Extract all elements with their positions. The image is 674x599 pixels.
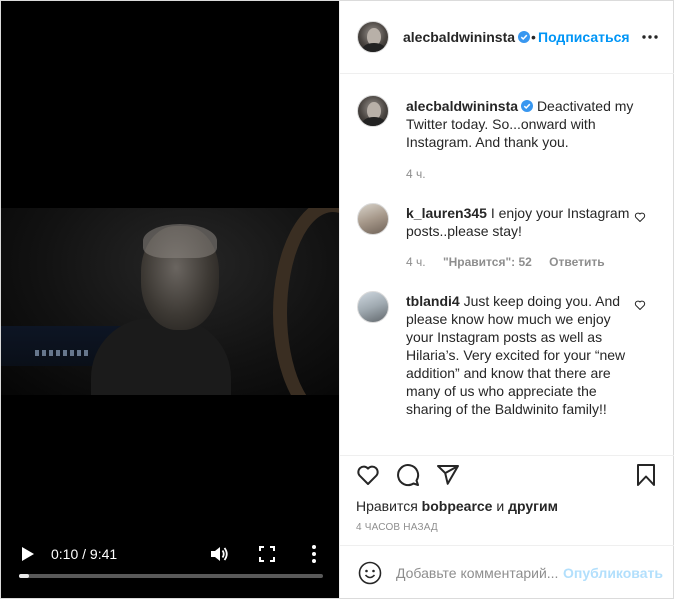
play-icon[interactable] [21,546,35,562]
city-lights-image [35,350,91,356]
video-progress-bar[interactable] [19,574,323,578]
avatar[interactable] [357,291,389,323]
video-controls: 0:10 / 9:41 [1,532,339,598]
video-frame[interactable] [1,208,339,395]
caption-username[interactable]: alecbaldwininsta [406,98,534,114]
comment-username[interactable]: tblandi4 [406,293,460,309]
post-header: alecbaldwininsta • Подписаться [340,1,674,74]
video-time: 0:10 / 9:41 [51,546,118,562]
post-actions: Нравится bobpearce и другим 4 ЧАСОВ НАЗА… [340,455,674,545]
liker-username[interactable]: bobpearce [422,498,493,514]
likes-summary: Нравится bobpearce и другим [356,498,558,514]
heart-icon[interactable] [634,211,646,223]
comment-input[interactable] [396,563,558,583]
caption-meta: 4 ч. [406,167,440,181]
video-player[interactable]: 0:10 / 9:41 [1,1,339,598]
avatar[interactable] [357,95,389,127]
video-progress-fill [19,574,30,578]
comment-likes[interactable]: "Нравится": 52 [443,255,532,269]
header-username[interactable]: alecbaldwininsta [403,29,531,45]
fullscreen-icon[interactable] [259,546,275,562]
person-hair-image [143,224,217,258]
caption-text: alecbaldwininsta Deactivated my Twitter … [406,97,636,151]
add-comment-form: Опубликовать [340,545,674,598]
comment-text: tblandi4 Just keep doing you. And please… [406,292,636,418]
likes-others-link[interactable]: другим [508,498,558,514]
more-vertical-icon[interactable] [309,544,319,564]
reply-button[interactable]: Ответить [549,255,604,269]
comments-list[interactable]: alecbaldwininsta Deactivated my Twitter … [340,75,674,455]
verified-icon [518,31,531,43]
comment-body: Just keep doing you. And please know how… [406,293,626,417]
comment-time[interactable]: 4 ч. [406,255,426,269]
post-details-panel: alecbaldwininsta • Подписаться alecbaldw… [339,1,674,598]
caption-time[interactable]: 4 ч. [406,167,426,181]
post-dialog: 0:10 / 9:41 alecbaldwininsta • Подписать… [0,0,674,599]
comment-icon[interactable] [396,463,420,487]
avatar[interactable] [357,21,389,53]
comment-text: k_lauren345 I enjoy your Instagram posts… [406,204,636,240]
volume-icon[interactable] [209,544,229,564]
share-icon[interactable] [436,463,460,487]
heart-icon[interactable] [356,463,380,487]
follow-button[interactable]: Подписаться [538,29,630,45]
verified-icon [521,100,534,112]
comment-username[interactable]: k_lauren345 [406,205,487,221]
publish-button[interactable]: Опубликовать [563,565,663,581]
more-horizontal-icon[interactable] [642,35,658,39]
avatar[interactable] [357,203,389,235]
bookmark-icon[interactable] [634,463,658,487]
post-timestamp[interactable]: 4 ЧАСОВ НАЗАД [356,522,438,533]
heart-icon[interactable] [634,299,646,311]
comment-meta: 4 ч. "Нравится": 52 Ответить [406,255,619,269]
separator-dot: • [531,29,536,45]
emoji-icon[interactable] [358,561,382,585]
